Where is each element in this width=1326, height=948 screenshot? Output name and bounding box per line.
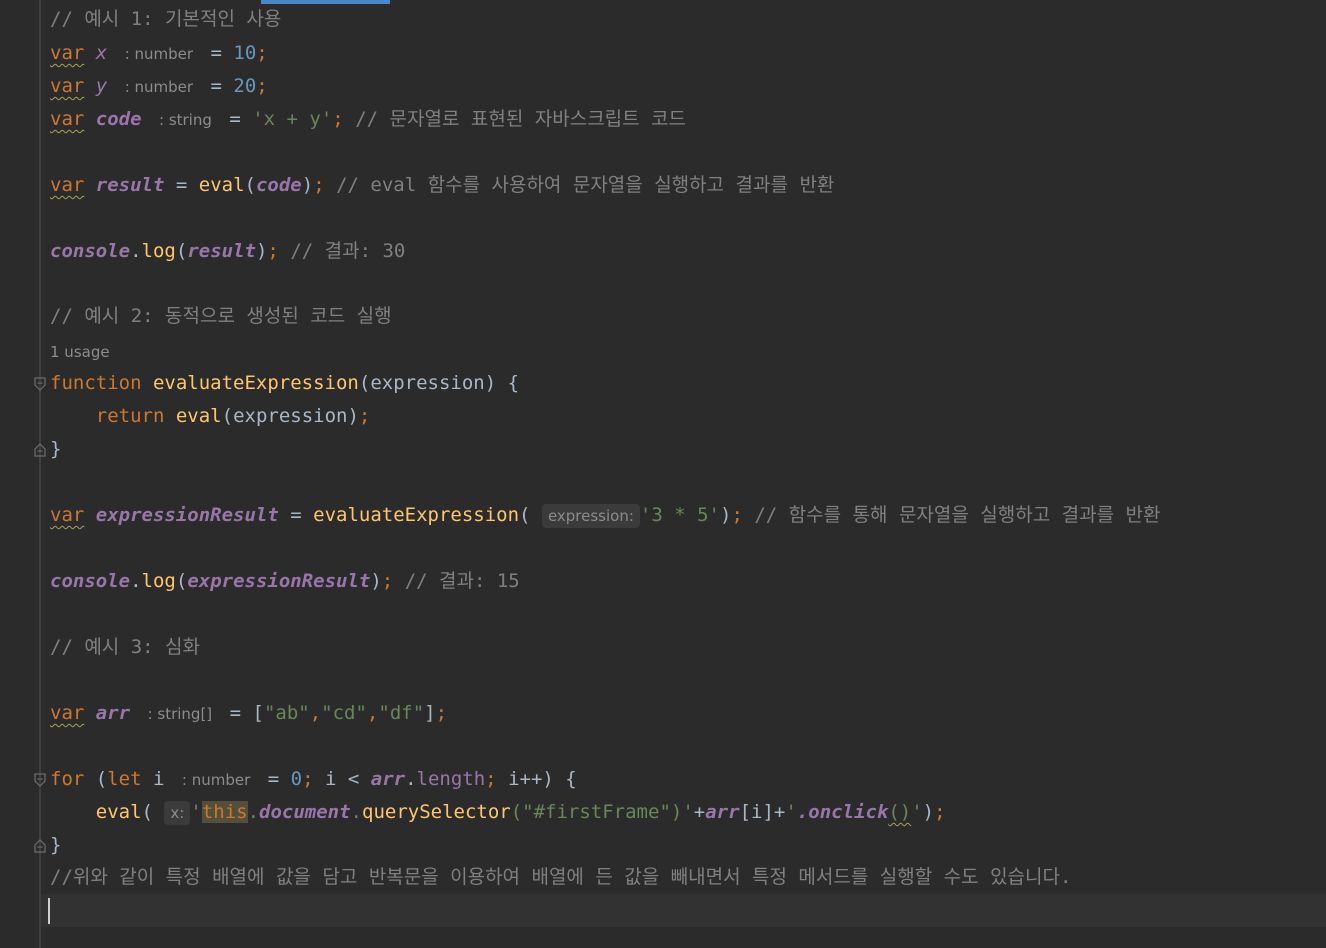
gutter-separator xyxy=(39,0,41,948)
code-line[interactable]: console.log(expressionResult); // 결과: 15 xyxy=(50,565,1326,598)
keyword: var xyxy=(50,174,85,196)
text-caret xyxy=(48,898,50,924)
comment: // 결과: 30 xyxy=(290,240,406,262)
code-line[interactable]: var arr : string[] = ["ab","cd","df"]; xyxy=(50,697,1326,730)
method-call: querySelector xyxy=(362,801,511,823)
number-literal: 20 xyxy=(233,75,257,97)
comment: // 결과: 15 xyxy=(404,570,520,592)
code-line[interactable]: //위와 같이 특정 배열에 값을 담고 반복문을 이용하여 배열에 든 값을 … xyxy=(50,861,1326,894)
code-line[interactable]: var code : string = 'x + y'; // 문자열로 표현된… xyxy=(50,103,1326,136)
type-hint: : number xyxy=(124,78,194,96)
code-line[interactable]: } xyxy=(50,829,1326,862)
type-hint: : string[] xyxy=(147,705,213,723)
editor-gutter[interactable] xyxy=(0,0,38,948)
keyword: var xyxy=(50,504,85,526)
number-literal: 10 xyxy=(233,42,257,64)
code-line[interactable]: return eval(expression); xyxy=(50,400,1326,433)
variable: y xyxy=(95,75,108,97)
code-line[interactable]: var y : number = 20; xyxy=(50,70,1326,103)
string-literal: "cd" xyxy=(321,702,367,724)
keyword: function xyxy=(50,372,142,394)
type-hint: : number xyxy=(181,771,251,789)
method-call: .onclick xyxy=(796,801,889,823)
comment: // eval 함수를 사용하여 문자열을 실행하고 결과를 반환 xyxy=(336,174,835,196)
type-hint: : number xyxy=(124,45,194,63)
current-line-highlight xyxy=(41,894,1326,927)
string-literal: "df" xyxy=(378,702,425,724)
keyword: var xyxy=(50,702,85,724)
keyword: return xyxy=(95,405,165,427)
code-line[interactable]: for (let i : number = 0; i < arr.length;… xyxy=(50,763,1326,796)
comment: // 예시 2: 동적으로 생성된 코드 실행 xyxy=(50,305,392,327)
comment: // 문자열로 표현된 자바스크립트 코드 xyxy=(355,108,687,130)
fold-close-icon[interactable] xyxy=(34,443,46,457)
parameter-hint: expression: xyxy=(541,504,640,528)
code-line[interactable]: eval( x:'this.document.querySelector("#f… xyxy=(50,796,1326,829)
usage-hint[interactable]: 1 usage xyxy=(50,341,110,363)
fold-close-icon[interactable] xyxy=(34,839,46,853)
comment: // 함수를 통해 문자열을 실행하고 결과를 반환 xyxy=(754,504,1161,526)
fold-open-icon[interactable] xyxy=(34,377,46,391)
console-object: console xyxy=(50,240,131,262)
code-line[interactable]: console.log(result); // 결과: 30 xyxy=(50,235,1326,268)
keyword: let xyxy=(107,768,142,790)
function-name: evaluateExpression xyxy=(152,372,359,394)
keyword-this: this xyxy=(201,801,248,823)
console-object: console xyxy=(50,570,131,592)
variable: expressionResult xyxy=(95,504,279,526)
property: length xyxy=(416,768,486,790)
code-line[interactable]: var result = eval(code); // eval 함수를 사용하… xyxy=(50,169,1326,202)
code-line[interactable]: function evaluateExpression(expression) … xyxy=(50,367,1326,400)
string-literal: 'x + y' xyxy=(252,108,333,130)
method-call: log xyxy=(141,570,176,592)
variable: arr xyxy=(95,702,131,724)
parameter: expression xyxy=(370,372,485,394)
parameter-hint: x: xyxy=(164,801,191,825)
type-hint: : string xyxy=(159,111,212,129)
code-line[interactable]: var x : number = 10; xyxy=(50,37,1326,70)
code-line[interactable]: // 예시 2: 동적으로 생성된 코드 실행 xyxy=(50,300,1326,333)
keyword: var xyxy=(50,108,85,130)
function-call: eval xyxy=(95,801,142,823)
code-line[interactable]: } xyxy=(50,433,1326,466)
code-line[interactable]: var expressionResult = evaluateExpressio… xyxy=(50,499,1326,532)
number-literal: 0 xyxy=(290,768,303,790)
comment: // 예시 3: 심화 xyxy=(50,636,200,658)
string-literal: "#firstFrame" xyxy=(522,801,671,823)
comment: //위와 같이 특정 배열에 값을 담고 반복문을 이용하여 배열에 든 값을 … xyxy=(50,866,1072,888)
method-call: log xyxy=(141,240,176,262)
string-literal: '3 * 5' xyxy=(639,504,720,526)
fold-open-icon[interactable] xyxy=(34,773,46,787)
keyword: var xyxy=(50,42,85,64)
string-literal: "ab" xyxy=(263,702,310,724)
variable: i xyxy=(153,768,165,790)
function-call: eval xyxy=(175,405,222,427)
function-call: eval xyxy=(198,174,245,196)
code-line[interactable]: // 예시 3: 심화 xyxy=(50,631,1326,664)
comment: // 예시 1: 기본적인 사용 xyxy=(50,8,282,30)
variable: x xyxy=(95,42,108,64)
keyword: var xyxy=(50,75,85,97)
keyword: for xyxy=(50,768,85,790)
function-call: evaluateExpression xyxy=(313,504,520,526)
code-line[interactable]: // 예시 1: 기본적인 사용 xyxy=(50,3,1326,36)
variable: code xyxy=(95,108,142,130)
variable: result xyxy=(95,174,165,196)
document-object: document xyxy=(259,801,351,823)
